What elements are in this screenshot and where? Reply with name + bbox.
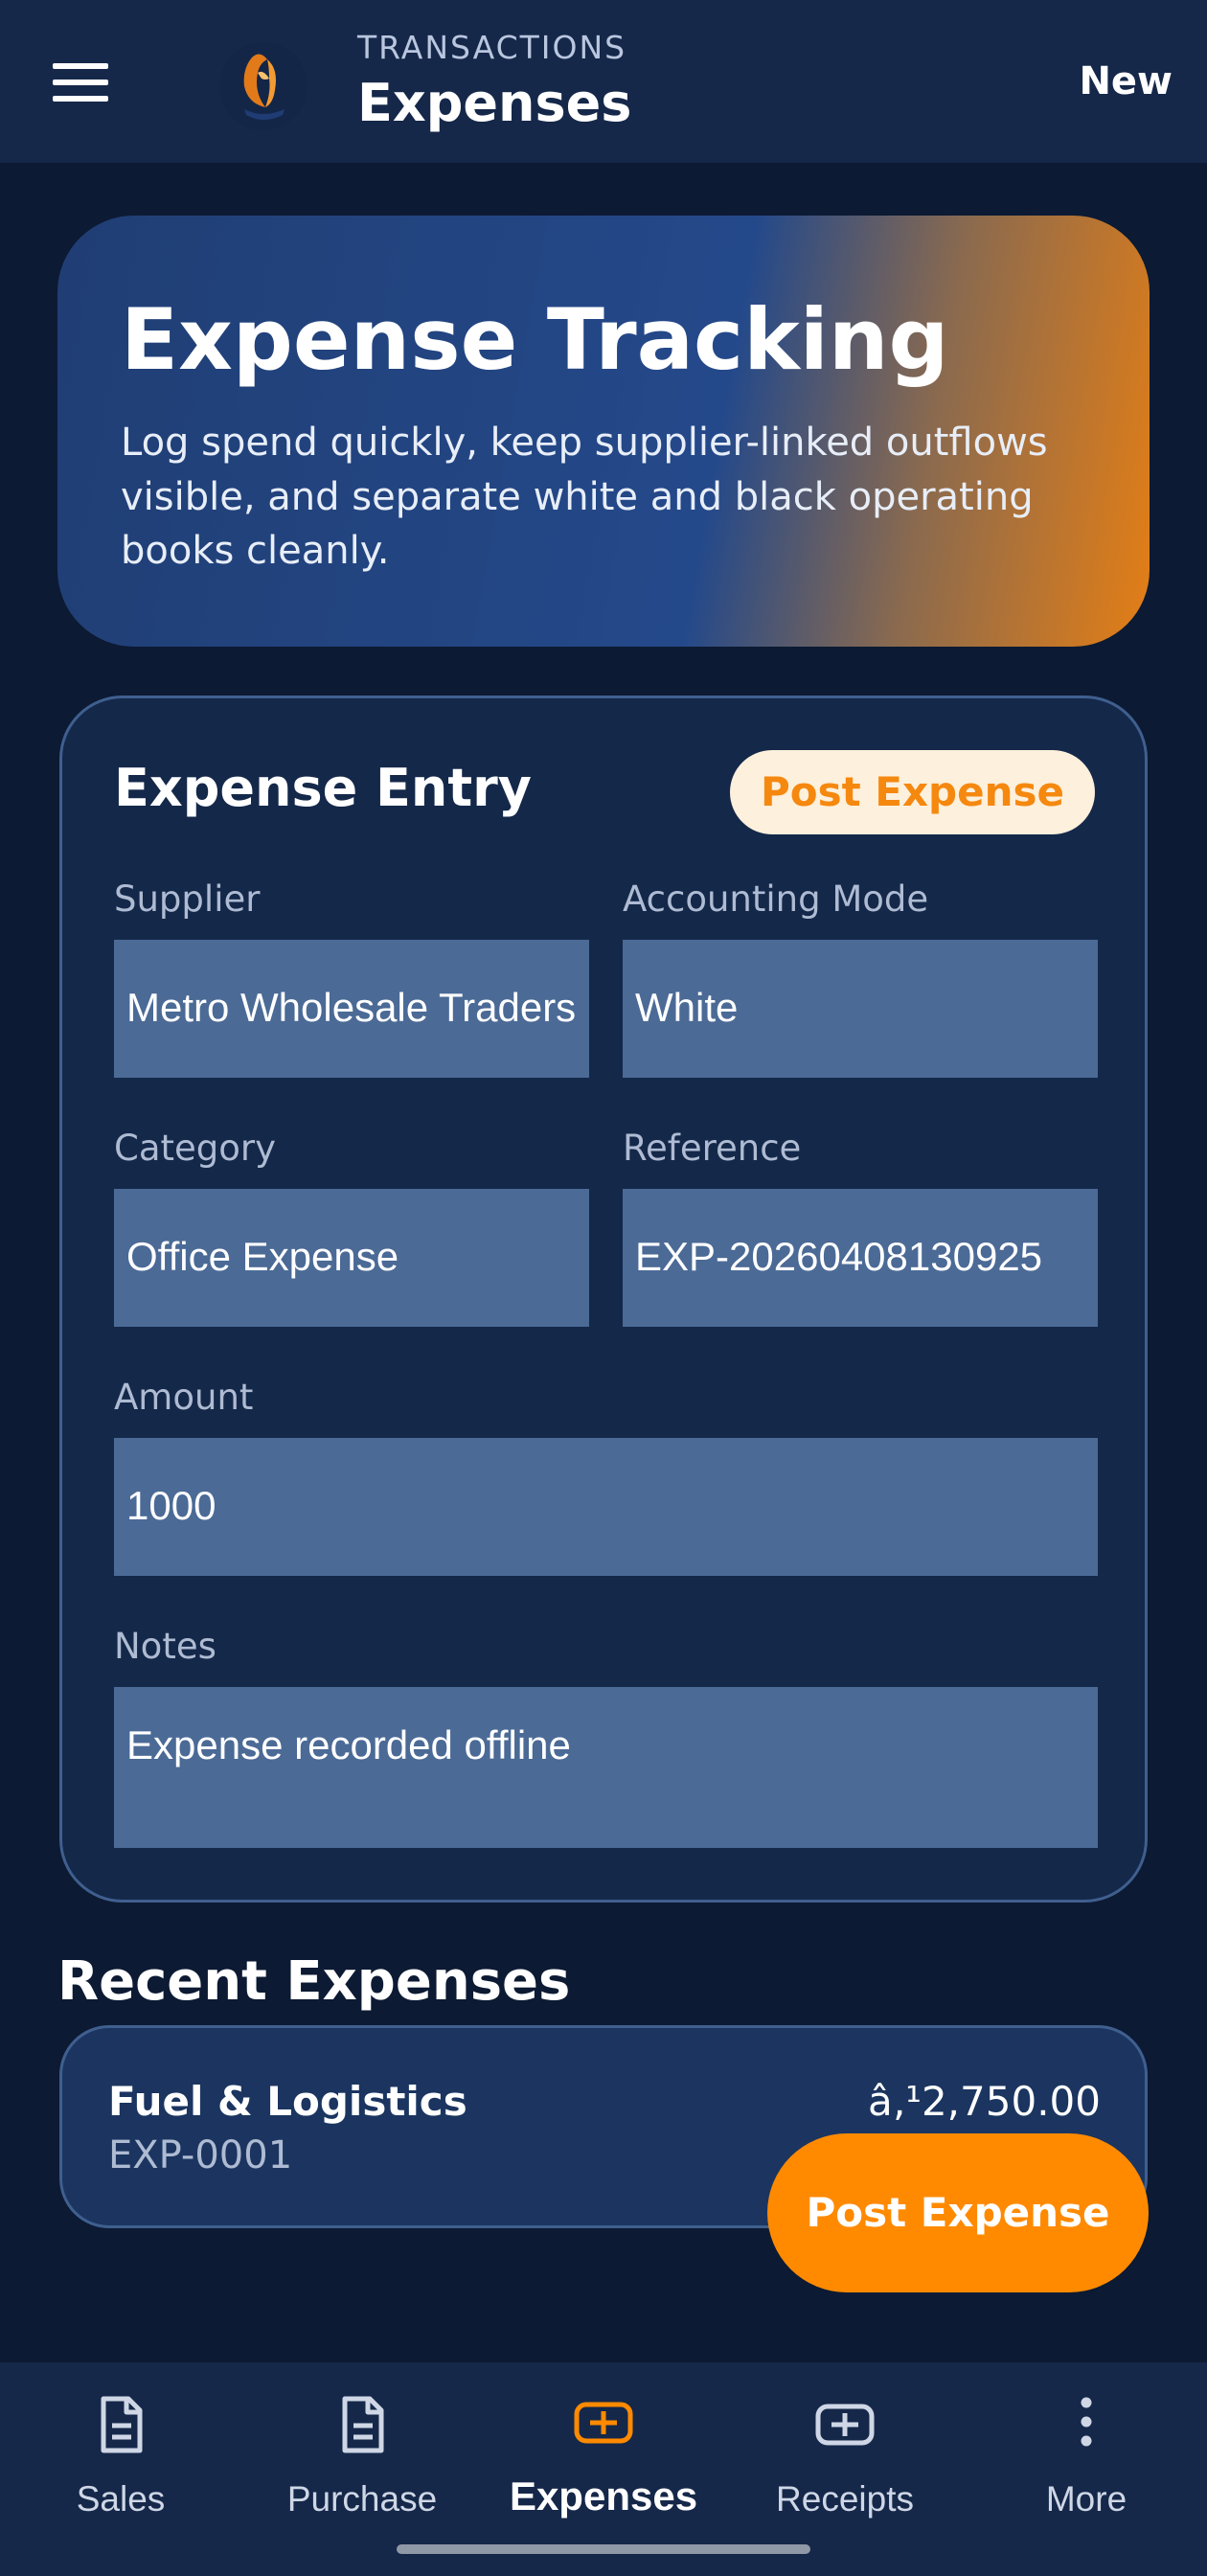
plus-box-icon bbox=[574, 2402, 633, 2444]
hero-description: Log spend quickly, keep supplier-linked … bbox=[121, 420, 1048, 574]
app-logo bbox=[216, 36, 311, 132]
nav-item-more[interactable]: More bbox=[966, 2362, 1207, 2554]
reference-field[interactable]: EXP-20260408130925 bbox=[623, 1189, 1098, 1327]
reference-label: Reference bbox=[623, 1128, 802, 1169]
recent-expenses-title: Recent Expenses bbox=[57, 1950, 571, 2013]
nav-item-expenses[interactable]: Expenses bbox=[483, 2362, 724, 2554]
accounting-mode-label: Accounting Mode bbox=[623, 878, 929, 920]
nav-label-receipts: Receipts bbox=[776, 2479, 914, 2519]
accounting-mode-field[interactable]: White bbox=[623, 940, 1098, 1078]
nav-item-receipts[interactable]: Receipts bbox=[724, 2362, 966, 2554]
nav-label-sales: Sales bbox=[76, 2479, 166, 2519]
supplier-field[interactable]: Metro Wholesale Traders bbox=[114, 940, 589, 1078]
supplier-label: Supplier bbox=[114, 878, 261, 920]
document-icon bbox=[101, 2396, 143, 2453]
more-vertical-icon bbox=[1081, 2397, 1092, 2447]
expense-amount: â‚¹2,750.00 bbox=[868, 2078, 1101, 2125]
card-title: Expense Entry bbox=[114, 758, 532, 818]
amount-label: Amount bbox=[114, 1377, 254, 1418]
post-expense-button[interactable]: Post Expense bbox=[729, 750, 1095, 834]
post-expense-fab[interactable]: Post Expense bbox=[767, 2133, 1149, 2292]
page-title: Expenses bbox=[357, 73, 632, 133]
category-label: Category bbox=[114, 1128, 277, 1169]
expense-name: Fuel & Logistics bbox=[108, 2078, 467, 2125]
nav-label-expenses: Expenses bbox=[509, 2473, 698, 2519]
notes-label: Notes bbox=[114, 1626, 216, 1667]
expense-code: EXP-0001 bbox=[108, 2133, 293, 2177]
section-overline: TRANSACTIONS bbox=[357, 29, 627, 66]
hero-title: Expense Tracking bbox=[121, 290, 949, 389]
nav-label-more: More bbox=[1045, 2479, 1127, 2519]
notes-field[interactable]: Expense recorded offline bbox=[114, 1687, 1098, 1848]
amount-field[interactable]: 1000 bbox=[114, 1438, 1098, 1576]
plus-box-icon bbox=[815, 2404, 875, 2446]
category-field[interactable]: Office Expense bbox=[114, 1189, 589, 1327]
menu-icon[interactable] bbox=[53, 63, 108, 102]
gesture-handle bbox=[397, 2544, 810, 2554]
expense-entry-card: Expense Entry Post Expense Supplier Metr… bbox=[59, 695, 1148, 1903]
new-button[interactable]: New bbox=[1079, 59, 1173, 103]
document-icon bbox=[342, 2396, 384, 2453]
nav-item-sales[interactable]: Sales bbox=[0, 2362, 241, 2554]
nav-label-purchase: Purchase bbox=[286, 2479, 438, 2519]
nav-item-purchase[interactable]: Purchase bbox=[241, 2362, 483, 2554]
app-bar: TRANSACTIONS Expenses New bbox=[0, 0, 1207, 163]
hero-banner: Expense Tracking Log spend quickly, keep… bbox=[57, 216, 1150, 647]
